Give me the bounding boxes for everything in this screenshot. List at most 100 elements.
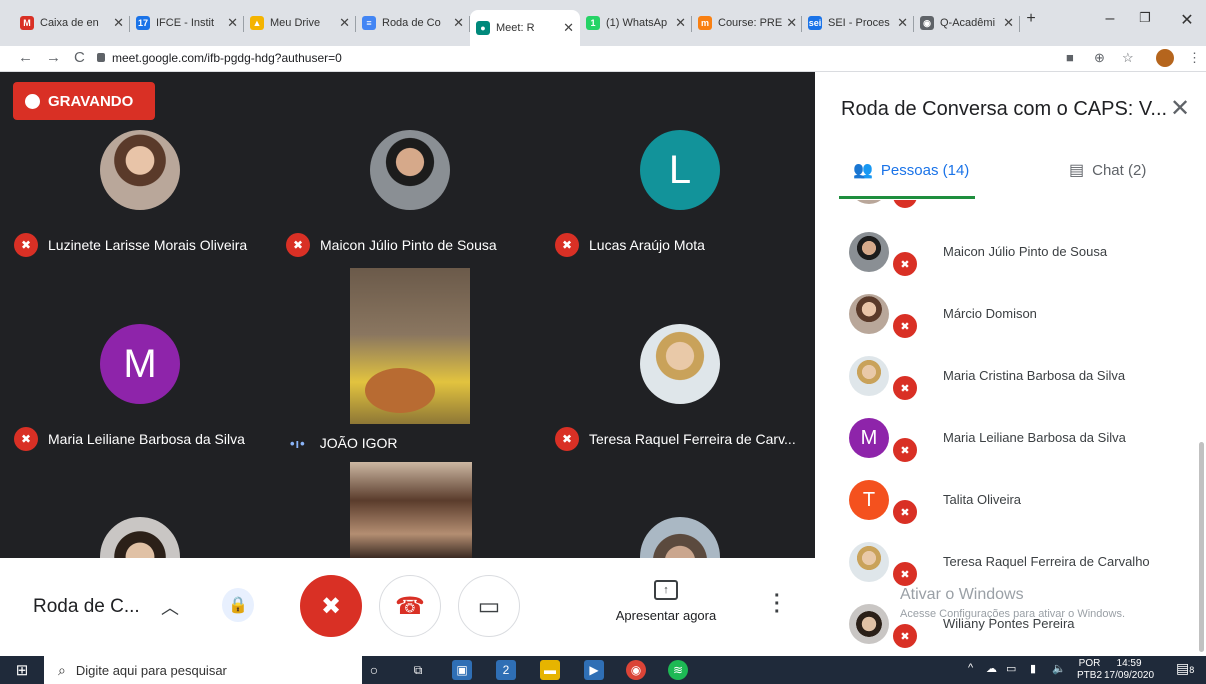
close-panel-icon[interactable]: ✕: [1170, 94, 1190, 123]
onedrive-icon[interactable]: ☁: [986, 662, 997, 675]
spotify-icon[interactable]: ≋: [668, 660, 688, 680]
microphone-toggle-button[interactable]: ✖: [300, 575, 362, 637]
meet-icon: ●: [476, 21, 490, 35]
people-panel: Roda de Conversa com o CAPS: V... ✕ 👥 Pe…: [815, 72, 1206, 656]
browser-tab[interactable]: ▲ Meu Drive ✕: [244, 8, 356, 38]
recording-label: GRAVANDO: [48, 92, 134, 110]
close-tab-icon[interactable]: ✕: [782, 15, 797, 31]
close-tab-icon[interactable]: ✕: [109, 15, 124, 31]
participant-name: Teresa Raquel Ferreira de Carv...: [589, 431, 796, 447]
cortana-icon[interactable]: ○: [364, 660, 384, 680]
close-tab-icon[interactable]: ✕: [559, 20, 574, 36]
recording-dot-icon: [25, 93, 40, 109]
browser-tab-label: (1) WhatsAp: [606, 17, 668, 29]
file-explorer-icon[interactable]: ▬: [540, 660, 560, 680]
browser-menu-icon[interactable]: ⋮: [1188, 50, 1201, 66]
participant-name: Talita Oliveira: [943, 492, 1022, 507]
close-tab-icon[interactable]: ✕: [335, 15, 350, 31]
meeting-title[interactable]: Roda de C...: [33, 596, 140, 618]
guitar-shape: [365, 368, 435, 413]
avatar-initial: M: [860, 426, 878, 449]
close-tab-icon[interactable]: ✕: [449, 15, 464, 31]
more-options-icon[interactable]: · · ·: [774, 586, 781, 622]
mail-icon[interactable]: 2: [496, 660, 516, 680]
windows-start-icon[interactable]: ⊞: [0, 656, 44, 684]
media-player-icon[interactable]: ▶: [584, 660, 604, 680]
browser-tab[interactable]: 17 IFCE - Instit ✕: [130, 8, 244, 38]
language-indicator[interactable]: POR PTB2: [1077, 658, 1102, 682]
list-item[interactable]: ✖ Maicon Júlio Pinto de Sousa: [815, 220, 1206, 282]
minimize-button[interactable]: –: [1095, 10, 1125, 28]
taskbar-search-box[interactable]: ⌕ Digite aqui para pesquisar: [44, 656, 362, 684]
back-icon[interactable]: ←: [18, 49, 33, 66]
tray-overflow-icon[interactable]: ^: [968, 662, 973, 674]
zoom-icon[interactable]: ⊕: [1094, 50, 1105, 66]
forward-icon[interactable]: →: [46, 49, 61, 66]
close-tab-icon[interactable]: ✕: [223, 15, 238, 31]
url-field[interactable]: meet.google.com/ifb-pgdg-hdg?authuser=0: [112, 51, 342, 65]
close-tab-icon[interactable]: ✕: [999, 15, 1014, 31]
present-now-button[interactable]: ↑ Apresentar agora: [604, 580, 728, 623]
browser-tab[interactable]: sei SEI - Proces ✕: [802, 8, 914, 38]
volume-icon[interactable]: 🔈: [1052, 662, 1066, 675]
browser-tab[interactable]: ≡ Roda de Co ✕: [356, 8, 470, 38]
security-shield-icon[interactable]: 🔒: [222, 588, 254, 622]
camera-icon: ▭: [477, 592, 501, 620]
recording-badge: GRAVANDO: [13, 82, 155, 120]
avatar-initial: T: [862, 488, 876, 511]
browser-tab-label: Caixa de en: [40, 17, 99, 29]
mic-off-icon: ✖: [286, 233, 310, 257]
list-item[interactable]: ✖ Teresa Raquel Ferreira de Carvalho: [815, 530, 1206, 592]
browser-tab[interactable]: m Course: PRE ✕: [692, 8, 802, 38]
participant-name: Luzinete Larisse Morais Oliveira: [48, 237, 248, 253]
leave-call-button[interactable]: ☎: [379, 575, 441, 637]
mic-off-icon: ✖: [891, 200, 919, 210]
list-item[interactable]: ✖ Maria Cristina Barbosa da Silva: [815, 344, 1206, 406]
avatar-initial: M: [123, 341, 157, 386]
tab-people[interactable]: 👥 Pessoas (14): [853, 160, 969, 180]
new-tab-button[interactable]: +: [1016, 10, 1046, 28]
close-tab-icon[interactable]: ✕: [671, 15, 686, 31]
ifce-icon: 17: [136, 16, 150, 30]
notifications-icon[interactable]: ▤8: [1176, 660, 1194, 677]
participant-name: Lucas Araújo Mota: [589, 237, 705, 253]
list-item[interactable]: ✖ Márcio Domison: [815, 282, 1206, 344]
mic-off-icon: ✖: [555, 427, 579, 451]
participant-avatar: L: [640, 130, 720, 210]
task-view-icon[interactable]: ⧉: [408, 660, 428, 680]
store-icon[interactable]: ▣: [452, 660, 472, 680]
browser-tab[interactable]: 1 (1) WhatsAp ✕: [580, 8, 692, 38]
chrome-icon[interactable]: ◉: [626, 660, 646, 680]
close-tab-icon[interactable]: ✕: [893, 15, 908, 31]
browser-tab[interactable]: ◉ Q-Acadêmi ✕: [914, 8, 1020, 38]
system-clock[interactable]: 14:59 17/09/2020: [1104, 658, 1154, 682]
participant-nameplate: ✖ Maria Leiliane Barbosa da Silva: [14, 424, 245, 454]
bookmark-star-icon[interactable]: ☆: [1122, 50, 1134, 66]
participant-avatar: M: [100, 324, 180, 404]
restore-button[interactable]: ❐: [1130, 10, 1160, 26]
browser-tab[interactable]: M Caixa de en ✕: [14, 8, 130, 38]
browser-tab-label: Roda de Co: [382, 17, 441, 29]
panel-scrollbar[interactable]: [1199, 442, 1204, 652]
windows-activation-watermark: Ativar o Windows Acesse Configurações pa…: [900, 586, 1125, 620]
battery-icon[interactable]: ▮: [1030, 662, 1036, 675]
list-item[interactable]: T ✖ Talita Oliveira: [815, 468, 1206, 530]
camera-indicator-icon[interactable]: ■: [1066, 50, 1074, 65]
network-icon[interactable]: ▭: [1006, 662, 1016, 675]
browser-tab[interactable]: ● Meet: R ✕: [470, 10, 580, 46]
participant-name: Maria Leiliane Barbosa da Silva: [48, 431, 245, 447]
reload-icon[interactable]: C: [74, 49, 85, 66]
profile-avatar[interactable]: [1156, 49, 1174, 67]
participant-avatar: [640, 324, 720, 404]
browser-tab-label: IFCE - Instit: [156, 17, 215, 29]
tab-chat-label: Chat (2): [1092, 161, 1147, 179]
camera-toggle-button[interactable]: ▭: [458, 575, 520, 637]
search-icon: ⌕: [58, 661, 66, 678]
participant-avatar: [640, 517, 720, 558]
close-window-button[interactable]: ✕: [1172, 10, 1202, 30]
list-item[interactable]: ✖: [815, 200, 1206, 214]
list-item[interactable]: M ✖ Maria Leiliane Barbosa da Silva: [815, 406, 1206, 468]
chevron-up-icon[interactable]: ︿: [161, 594, 179, 620]
tab-chat[interactable]: ▤ Chat (2): [1069, 160, 1146, 180]
clock-date: 17/09/2020: [1104, 670, 1155, 681]
